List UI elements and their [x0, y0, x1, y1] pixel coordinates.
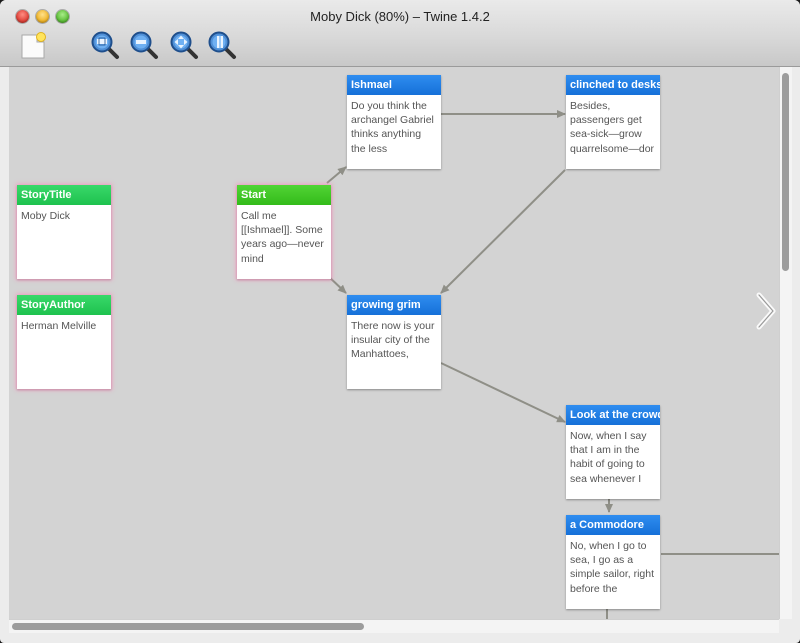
- passage-storytitle[interactable]: StoryTitle Moby Dick: [17, 185, 111, 279]
- passage-title: a Commodore: [566, 515, 660, 535]
- vertical-scroll-thumb[interactable]: [782, 73, 789, 271]
- zoom-fit-icon: [170, 31, 198, 59]
- zoom-in-button[interactable]: [90, 30, 120, 60]
- new-document-icon: [21, 32, 46, 59]
- passage-excerpt: Call me [[Ishmael]]. Some years ago—neve…: [241, 210, 324, 265]
- window-title: Moby Dick (80%) – Twine 1.4.2: [310, 9, 490, 24]
- passage-excerpt: Besides, passengers get sea-sick—grow qu…: [570, 100, 655, 155]
- zoom-actual-button[interactable]: [207, 30, 237, 60]
- passage-excerpt: Herman Melville: [21, 320, 97, 332]
- title-bar: Moby Dick (80%) – Twine 1.4.2: [0, 0, 800, 67]
- passage-title: growing grim: [347, 295, 441, 315]
- passage-a-commodore[interactable]: a Commodore No, when I go to sea, I go a…: [566, 515, 660, 609]
- passage-title: StoryAuthor: [17, 295, 111, 315]
- twine-window: Moby Dick (80%) – Twine 1.4.2 StoryTitle…: [0, 0, 800, 643]
- story-map-canvas[interactable]: StoryTitle Moby Dick StoryAuthor Herman …: [9, 67, 779, 619]
- passage-ishmael[interactable]: Ishmael Do you think the archangel Gabri…: [347, 75, 441, 169]
- passage-title: Ishmael: [347, 75, 441, 95]
- passage-title: Look at the crowds: [566, 405, 660, 425]
- passage-title: clinched to desks: [566, 75, 660, 95]
- passage-excerpt: Moby Dick: [21, 210, 71, 222]
- passage-title: Start: [237, 185, 331, 205]
- passage-storyauthor[interactable]: StoryAuthor Herman Melville: [17, 295, 111, 389]
- passage-clinched-to-desks[interactable]: clinched to desks Besides, passengers ge…: [566, 75, 660, 169]
- zoom-actual-icon: [208, 31, 236, 59]
- passage-excerpt: Do you think the archangel Gabriel think…: [351, 100, 434, 155]
- new-passage-button[interactable]: [19, 30, 49, 60]
- zoom-out-icon: [130, 31, 158, 59]
- passage-excerpt: There now is your insular city of the Ma…: [351, 320, 435, 361]
- passage-excerpt: No, when I go to sea, I go as a simple s…: [570, 540, 655, 595]
- passage-title: StoryTitle: [17, 185, 111, 205]
- scroll-right-chevron-icon[interactable]: [752, 291, 780, 331]
- horizontal-scrollbar[interactable]: [9, 619, 779, 633]
- zoom-in-icon: [91, 31, 119, 59]
- passage-growing-grim[interactable]: growing grim There now is your insular c…: [347, 295, 441, 389]
- zoom-fit-button[interactable]: [169, 30, 199, 60]
- link-clinched-grim: [440, 169, 566, 294]
- horizontal-scroll-thumb[interactable]: [12, 623, 364, 630]
- vertical-scrollbar[interactable]: [779, 67, 792, 619]
- link-start-ishmael: [326, 166, 347, 184]
- passage-look-at-the-crowds[interactable]: Look at the crowds Now, when I say that …: [566, 405, 660, 499]
- passage-excerpt: Now, when I say that I am in the habit o…: [570, 430, 647, 485]
- resize-corner[interactable]: [779, 619, 792, 633]
- zoom-out-button[interactable]: [129, 30, 159, 60]
- link-grim-crowd: [440, 362, 566, 423]
- passage-start[interactable]: Start Call me [[Ishmael]]. Some years ag…: [237, 185, 331, 279]
